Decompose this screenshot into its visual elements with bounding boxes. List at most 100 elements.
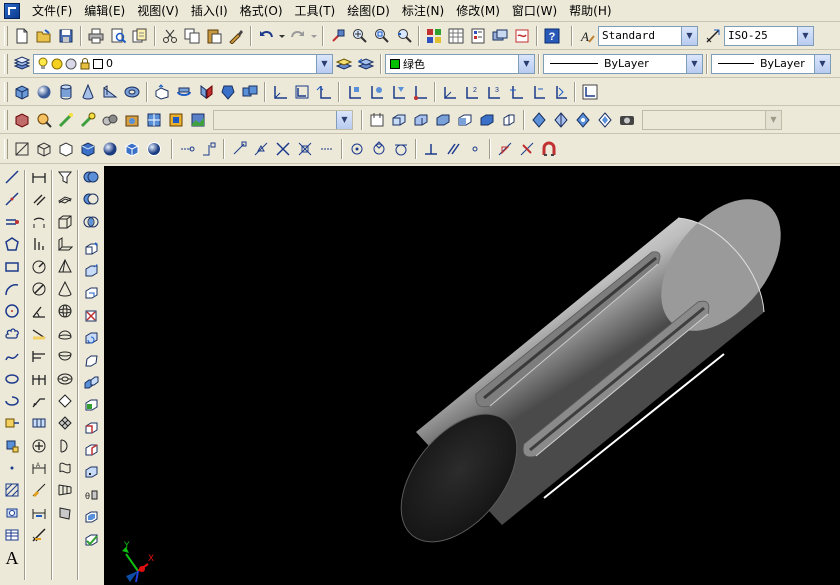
hidden-icon[interactable] xyxy=(55,138,77,160)
chevron-down-icon[interactable]: ▼ xyxy=(681,26,697,45)
separate-solid-icon[interactable]: θ xyxy=(80,484,102,506)
revolve-icon[interactable] xyxy=(173,81,195,103)
linear-dim-icon[interactable] xyxy=(28,166,50,188)
dim-style-select[interactable]: ISO-25 ▼ xyxy=(724,25,814,46)
hatch-icon[interactable] xyxy=(1,479,23,501)
layer-manager-icon[interactable] xyxy=(11,53,33,75)
box-icon[interactable] xyxy=(11,81,33,103)
ucs-z-icon[interactable] xyxy=(527,81,549,103)
zoom-previous-icon[interactable] xyxy=(393,25,415,47)
linetype-select[interactable]: ByLayer ▼ xyxy=(543,53,703,74)
ucs-previous-icon[interactable] xyxy=(313,81,335,103)
dim-edit-icon[interactable]: A xyxy=(28,457,50,479)
layer-select[interactable]: 0 ▼ xyxy=(33,53,333,74)
make-current-layer-icon[interactable] xyxy=(333,53,355,75)
angular-dim-icon[interactable] xyxy=(28,300,50,322)
dish-icon[interactable] xyxy=(54,345,76,367)
ucs-3point-icon[interactable]: 2 xyxy=(461,81,483,103)
delete-solid-icon[interactable] xyxy=(80,305,102,327)
lineweight-select[interactable]: ByLayer ▼ xyxy=(711,53,831,74)
cut-icon[interactable] xyxy=(159,25,181,47)
shell-icon[interactable] xyxy=(594,109,616,131)
multiline-text-icon[interactable]: A xyxy=(1,547,23,569)
dome-icon[interactable] xyxy=(54,323,76,345)
delete-faces-icon[interactable] xyxy=(454,109,476,131)
section-icon[interactable] xyxy=(217,81,239,103)
chevron-down-icon[interactable]: ▼ xyxy=(814,54,830,73)
sphere-wire-icon[interactable] xyxy=(54,300,76,322)
tolerance-icon[interactable] xyxy=(28,412,50,434)
menu-format[interactable]: 格式(O) xyxy=(234,1,289,21)
ucs-apply-icon[interactable] xyxy=(549,81,571,103)
tool-palettes-icon[interactable] xyxy=(467,25,489,47)
landscape-icon[interactable] xyxy=(187,109,209,131)
copy-edges-icon[interactable] xyxy=(80,417,102,439)
separate-icon[interactable] xyxy=(572,109,594,131)
surface-icon[interactable] xyxy=(54,188,76,210)
box-wire-icon[interactable] xyxy=(54,211,76,233)
spline-icon[interactable] xyxy=(1,345,23,367)
copy-faces-icon[interactable] xyxy=(80,372,102,394)
scenes-icon[interactable] xyxy=(55,109,77,131)
insert-block-icon[interactable] xyxy=(1,412,23,434)
color-select[interactable]: 绿色 ▼ xyxy=(385,53,535,74)
ucs-x-icon[interactable]: 3 xyxy=(483,81,505,103)
layer-previous-icon[interactable] xyxy=(355,53,377,75)
wedge-icon[interactable] xyxy=(99,81,121,103)
rotate-solid-icon[interactable] xyxy=(80,327,102,349)
help-icon[interactable]: ? xyxy=(541,25,563,47)
render-icon[interactable] xyxy=(33,109,55,131)
snap-from-icon[interactable] xyxy=(198,138,220,160)
background-icon[interactable] xyxy=(165,109,187,131)
mapping-icon[interactable] xyxy=(143,109,165,131)
solid-edit-icon[interactable] xyxy=(366,109,388,131)
offset-solid-icon[interactable] xyxy=(80,282,102,304)
line-icon[interactable] xyxy=(1,166,23,188)
flat-edges-icon[interactable] xyxy=(121,138,143,160)
cone-icon[interactable] xyxy=(77,81,99,103)
imprint-icon[interactable] xyxy=(528,109,550,131)
dim-text-edit-icon[interactable] xyxy=(28,479,50,501)
radius-dim-icon[interactable] xyxy=(28,256,50,278)
clean-icon[interactable] xyxy=(550,109,572,131)
ucs-object-icon[interactable] xyxy=(365,81,387,103)
polygon-icon[interactable] xyxy=(1,233,23,255)
chevron-down-icon[interactable]: ▼ xyxy=(686,54,702,73)
move-solid-icon[interactable] xyxy=(80,260,102,282)
subtract-icon[interactable] xyxy=(80,188,102,210)
temporary-tracking-icon[interactable] xyxy=(176,138,198,160)
match-properties-icon[interactable] xyxy=(225,25,247,47)
snap-parallel-icon[interactable] xyxy=(442,138,464,160)
aligned-dim-icon[interactable] xyxy=(28,188,50,210)
taper-solid-icon[interactable] xyxy=(80,350,102,372)
continue-dim-icon[interactable] xyxy=(28,368,50,390)
extrude-solid-icon[interactable] xyxy=(80,238,102,260)
gouraud-shaded-icon[interactable] xyxy=(99,138,121,160)
imprint-solid-icon[interactable] xyxy=(80,461,102,483)
check-icon[interactable] xyxy=(616,109,638,131)
snap-apparent-icon[interactable] xyxy=(294,138,316,160)
menu-view[interactable]: 视图(V) xyxy=(131,1,185,21)
ucs-zaxis-icon[interactable] xyxy=(439,81,461,103)
make-block-icon[interactable] xyxy=(1,435,23,457)
snap-extension-icon[interactable] xyxy=(316,138,338,160)
3d-mesh-icon[interactable] xyxy=(54,412,76,434)
point-icon[interactable] xyxy=(1,457,23,479)
union-icon[interactable] xyxy=(80,166,102,188)
redo-dropdown-icon[interactable] xyxy=(309,25,319,47)
snap-nearest-icon[interactable] xyxy=(494,138,516,160)
gouraud-edges-icon[interactable] xyxy=(143,138,165,160)
material-select[interactable]: ▼ xyxy=(213,109,353,130)
ordinate-dim-icon[interactable] xyxy=(28,233,50,255)
menu-file[interactable]: 文件(F) xyxy=(26,1,78,21)
color-faces-icon[interactable] xyxy=(80,394,102,416)
toolbar-grip[interactable] xyxy=(4,53,8,74)
sphere-icon[interactable] xyxy=(33,81,55,103)
pan-realtime-icon[interactable] xyxy=(327,25,349,47)
baseline-dim-icon[interactable] xyxy=(28,345,50,367)
lights-icon[interactable] xyxy=(77,109,99,131)
properties-icon[interactable] xyxy=(423,25,445,47)
redo-icon[interactable] xyxy=(287,25,309,47)
app-icon[interactable] xyxy=(4,2,20,19)
table-icon[interactable] xyxy=(1,524,23,546)
